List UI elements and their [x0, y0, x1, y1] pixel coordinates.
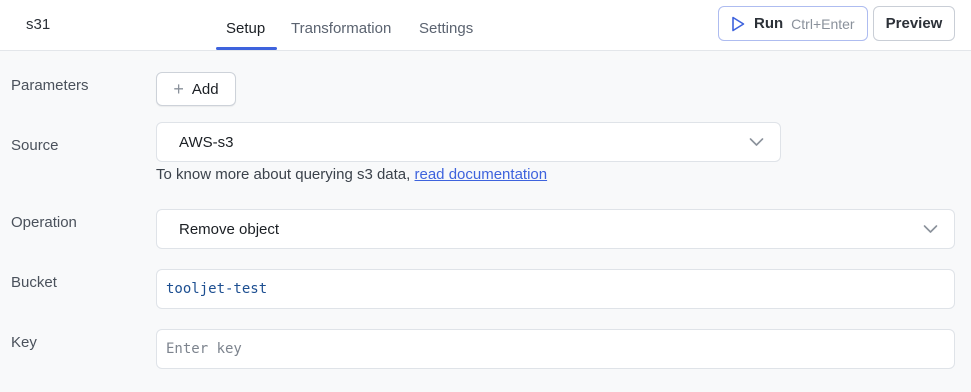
bucket-input[interactable]: tooljet-test	[156, 269, 955, 309]
key-input[interactable]: Enter key	[156, 329, 955, 369]
tab-transformation[interactable]: Transformation	[291, 20, 391, 37]
key-placeholder: Enter key	[166, 341, 242, 357]
operation-label: Operation	[11, 214, 77, 231]
operation-value: Remove object	[179, 220, 280, 238]
hint-text: To know more about querying s3 data,	[156, 166, 415, 183]
run-button[interactable]: Run Ctrl+Enter	[718, 6, 868, 41]
run-shortcut: Ctrl+Enter	[791, 15, 855, 32]
preview-button[interactable]: Preview	[873, 6, 955, 41]
bucket-value: tooljet-test	[166, 281, 268, 297]
parameters-label: Parameters	[11, 77, 89, 94]
source-hint: To know more about querying s3 data, rea…	[156, 166, 547, 183]
bucket-label: Bucket	[11, 274, 57, 291]
chevron-down-icon	[749, 138, 764, 146]
add-parameter-button[interactable]: + Add	[156, 72, 236, 106]
read-documentation-link[interactable]: read documentation	[415, 166, 548, 183]
source-select[interactable]: AWS-s3	[156, 122, 781, 162]
tab-setup[interactable]: Setup	[226, 20, 265, 37]
add-label: Add	[191, 80, 219, 98]
plus-icon: +	[173, 79, 184, 99]
source-value: AWS-s3	[179, 133, 234, 151]
source-label: Source	[11, 137, 59, 154]
run-label: Run	[754, 15, 784, 32]
chevron-down-icon	[923, 225, 938, 233]
query-name[interactable]: s31	[26, 16, 50, 33]
key-label: Key	[11, 334, 37, 351]
tab-settings[interactable]: Settings	[419, 20, 473, 37]
play-icon	[732, 16, 745, 31]
active-tab-indicator	[216, 47, 277, 50]
operation-select[interactable]: Remove object	[156, 209, 955, 249]
query-header: s31 Setup Transformation Settings Run Ct…	[0, 0, 971, 51]
